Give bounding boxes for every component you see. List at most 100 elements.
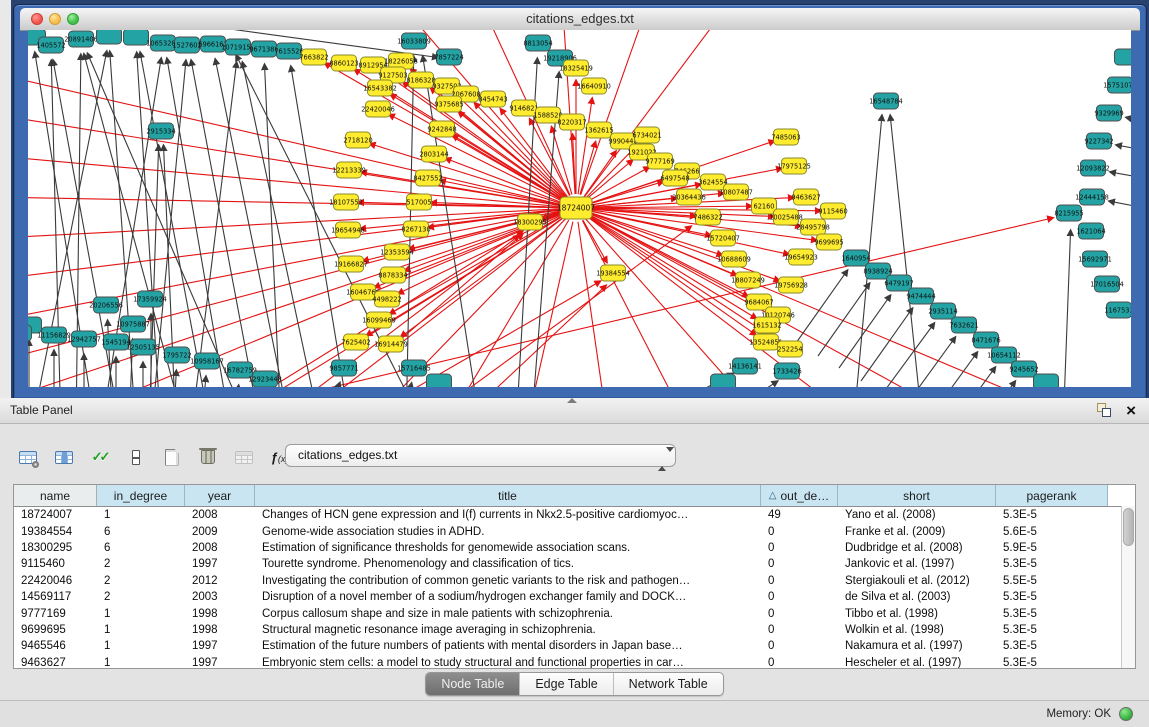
graph-node-label: 2935114 bbox=[928, 307, 957, 315]
cell-pagerank: 5.3E-5 bbox=[996, 608, 1108, 620]
network-window[interactable]: citations_edges.txt 14055722089140610653… bbox=[13, 4, 1147, 399]
table-row[interactable]: 1938455462009Genome-wide association stu… bbox=[14, 523, 1135, 539]
graph-node[interactable] bbox=[711, 374, 736, 387]
graph-node[interactable] bbox=[1034, 374, 1059, 387]
column-header-in_degree[interactable]: in_degree bbox=[97, 485, 185, 506]
graph-node-label: 9242848 bbox=[427, 125, 456, 133]
graph-node-label: 8186328 bbox=[406, 76, 435, 84]
graph-node-label: 1795722 bbox=[162, 351, 191, 359]
cell-year: 2009 bbox=[185, 526, 255, 538]
graph-node-label: 62160 bbox=[754, 202, 775, 210]
cell-year: 1997 bbox=[185, 657, 255, 669]
graph-edge bbox=[818, 283, 870, 356]
graph-node[interactable] bbox=[427, 374, 452, 387]
graph-node-label: 11156829 bbox=[37, 331, 71, 339]
column-header-pagerank[interactable]: pagerank bbox=[996, 485, 1108, 506]
tab-network-table[interactable]: Network Table bbox=[613, 673, 723, 695]
column-header-out_de[interactable]: △out_de… bbox=[761, 485, 838, 506]
graph-edge bbox=[137, 52, 161, 387]
cell-pagerank: 5.3E-5 bbox=[996, 624, 1108, 636]
memory-status-indicator[interactable] bbox=[1119, 707, 1133, 721]
cell-short: Tibbo et al. (1998) bbox=[838, 608, 996, 620]
graph-node-label: 18226058 bbox=[384, 57, 418, 65]
panel-divider-grip[interactable] bbox=[567, 398, 577, 403]
graph-node-label: 9699695 bbox=[814, 238, 843, 246]
graph-node-label: 1733426 bbox=[772, 367, 801, 375]
graph-node-label: 6479197 bbox=[884, 279, 913, 287]
graph-node-label: 7857224 bbox=[434, 53, 463, 61]
table-selector-dropdown[interactable]: citations_edges.txt bbox=[285, 444, 676, 467]
table-mode-icon[interactable] bbox=[14, 444, 41, 470]
graph-edge bbox=[1126, 117, 1131, 125]
graph-node-label: 8878334 bbox=[378, 271, 407, 279]
table-panel-header: Table Panel × bbox=[0, 398, 1149, 424]
cell-short: Yano et al. (2008) bbox=[838, 509, 996, 521]
graph-edge bbox=[28, 196, 562, 208]
graph-node-label: 8471676 bbox=[971, 336, 1000, 344]
delete-table-icon[interactable] bbox=[194, 444, 221, 470]
table-row[interactable]: 1830029562008Estimation of significance … bbox=[14, 540, 1135, 556]
cell-name: 18724007 bbox=[14, 509, 97, 521]
cell-name: 9465546 bbox=[14, 640, 97, 652]
table-row[interactable]: 1456911722003Disruption of a novel membe… bbox=[14, 589, 1135, 605]
table-row[interactable]: 969969511998Structural magnetic resonanc… bbox=[14, 622, 1135, 638]
graph-node-label: 8215955 bbox=[1054, 209, 1083, 217]
graph-node-label: 10688609 bbox=[717, 255, 751, 263]
citation-network-graph[interactable]: 1405572208914061065328715276026966162107… bbox=[28, 30, 1131, 387]
close-panel-icon[interactable]: × bbox=[1126, 399, 1136, 422]
graph-node-label: 16099469 bbox=[362, 316, 396, 324]
graph-edge bbox=[578, 222, 611, 387]
table-row[interactable]: 977716911998Corpus callosum shape and si… bbox=[14, 605, 1135, 621]
column-header-short[interactable]: short bbox=[838, 485, 996, 506]
cell-name: 9463627 bbox=[14, 657, 97, 669]
float-panel-icon[interactable] bbox=[1097, 403, 1111, 417]
tab-edge-table[interactable]: Edge Table bbox=[519, 673, 612, 695]
graph-node-label: 20206556 bbox=[89, 301, 123, 309]
cell-title: Tourette syndrome. Phenomenology and cla… bbox=[255, 558, 761, 570]
graph-node-label: 22420046 bbox=[361, 105, 395, 113]
graph-node[interactable] bbox=[124, 30, 149, 45]
graph-node[interactable] bbox=[97, 30, 122, 44]
cell-out_de: 0 bbox=[761, 575, 838, 587]
cell-title: Estimation of the future numbers of pati… bbox=[255, 640, 761, 652]
table-row[interactable]: 911546021997Tourette syndrome. Phenomeno… bbox=[14, 556, 1135, 572]
cell-out_de: 0 bbox=[761, 591, 838, 603]
graph-node[interactable] bbox=[28, 325, 32, 341]
graph-node-label: 12353594 bbox=[380, 248, 414, 256]
row-mode-icon[interactable] bbox=[122, 444, 149, 470]
network-window-titlebar[interactable]: citations_edges.txt bbox=[20, 8, 1140, 31]
table-row[interactable]: 946362711997Embryonic stem cells: a mode… bbox=[14, 655, 1135, 669]
table-row[interactable]: 2242004622012Investigating the contribut… bbox=[14, 573, 1135, 589]
graph-edge bbox=[890, 115, 923, 387]
create-table-icon[interactable] bbox=[158, 444, 185, 470]
table-row[interactable]: 946554611997Estimation of the future num… bbox=[14, 638, 1135, 654]
cell-short: Dudbridge et al. (2008) bbox=[838, 542, 996, 554]
vertical-scrollbar[interactable] bbox=[1121, 506, 1135, 668]
cell-in_degree: 1 bbox=[97, 509, 185, 521]
tab-node-table[interactable]: Node Table bbox=[426, 673, 519, 695]
scrollbar-thumb[interactable] bbox=[1123, 508, 1134, 546]
graph-node-label: 17016504 bbox=[1090, 280, 1124, 288]
table-row[interactable]: 1872400712008Changes of HCN gene express… bbox=[14, 507, 1135, 523]
cell-pagerank: 5.5E-5 bbox=[996, 575, 1108, 587]
graph-edge bbox=[191, 62, 237, 387]
column-header-name[interactable]: name bbox=[14, 485, 97, 506]
graph-edge bbox=[28, 212, 562, 376]
column-header-title[interactable]: title bbox=[255, 485, 761, 506]
cell-title: Corpus callosum shape and size in male p… bbox=[255, 608, 761, 620]
graph-node-label: 16782759 bbox=[223, 366, 257, 374]
graph-node[interactable] bbox=[1115, 49, 1132, 65]
graph-node-label: 12923448 bbox=[248, 375, 282, 383]
graph-node-label: 9115460 bbox=[818, 207, 847, 215]
graph-node-label: 18325419 bbox=[559, 64, 593, 72]
graph-node-label: 1527602 bbox=[172, 41, 201, 49]
cell-in_degree: 1 bbox=[97, 608, 185, 620]
cytoscape-app: citations_edges.txt 14055722089140610653… bbox=[0, 0, 1149, 727]
graph-node-label: 17359924 bbox=[133, 295, 167, 303]
column-header-year[interactable]: year bbox=[185, 485, 255, 506]
cell-year: 2003 bbox=[185, 591, 255, 603]
table-toolbar: ✓✓ƒ(x) bbox=[14, 440, 293, 474]
network-canvas[interactable]: 1405572208914061065328715276026966162107… bbox=[28, 30, 1131, 387]
select-all-columns-icon[interactable]: ✓✓ bbox=[86, 444, 113, 470]
show-columns-icon[interactable] bbox=[50, 444, 77, 470]
